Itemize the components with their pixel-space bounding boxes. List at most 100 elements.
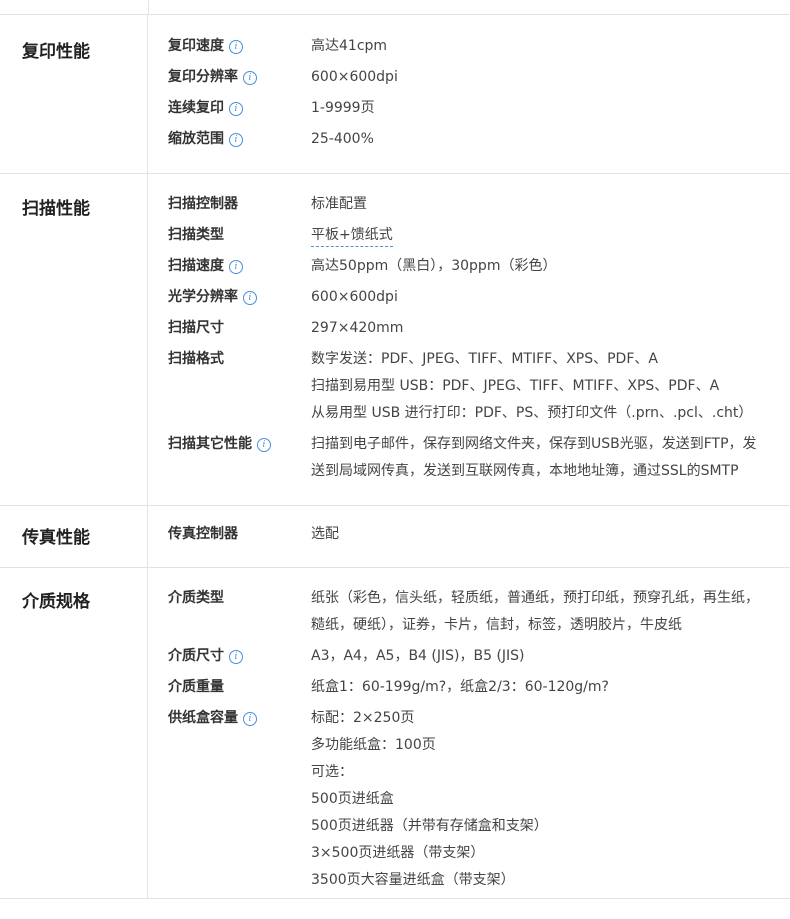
- info-icon[interactable]: i: [243, 712, 257, 726]
- spec-label: 复印速度 i: [168, 33, 311, 60]
- spec-value: 选配: [311, 521, 790, 548]
- spec-value: 1-9999页: [311, 95, 790, 122]
- info-icon[interactable]: i: [229, 260, 243, 274]
- info-icon[interactable]: i: [229, 133, 243, 147]
- spec-row: 缩放范围 i 25-400%: [168, 126, 790, 153]
- spec-value-line: A3，A4，A5，B4 (JIS)，B5 (JIS): [311, 648, 525, 664]
- spec-row: 介质尺寸 i A3，A4，A5，B4 (JIS)，B5 (JIS): [168, 643, 790, 670]
- spec-row: 扫描其它性能 i 扫描到电子邮件，保存到网络文件夹，保存到USB光驱，发送到FTP，…: [168, 431, 790, 485]
- spec-label-text: 介质类型: [168, 590, 224, 606]
- spec-label: 介质类型: [168, 585, 311, 639]
- spec-label: 扫描控制器: [168, 191, 311, 218]
- spec-label-text: 扫描尺寸: [168, 320, 224, 336]
- spec-label-text: 复印分辨率: [168, 69, 238, 85]
- spec-label: 光学分辨率 i: [168, 284, 311, 311]
- section-body: 复印速度 i 高达41cpm 复印分辨率 i 600×600dpi 连续复印 i 1-9999页…: [148, 15, 790, 173]
- spec-row: 扫描速度 i 高达50ppm（黑白），30ppm（彩色）: [168, 253, 790, 280]
- spec-section-2: 传真性能 传真控制器 选配: [0, 506, 790, 568]
- spec-value-line: 扫描到易用型 USB：PDF、JPEG、TIFF、MTIFF、XPS、PDF、A: [311, 378, 720, 394]
- spec-value-line: 高达50ppm（黑白），30ppm（彩色）: [311, 258, 557, 274]
- info-icon[interactable]: i: [229, 650, 243, 664]
- section-title: 扫描性能: [0, 174, 148, 505]
- spec-row: 连续复印 i 1-9999页: [168, 95, 790, 122]
- spec-value-line[interactable]: 平板+馈纸式: [311, 224, 393, 247]
- spec-value: 数字发送：PDF、JPEG、TIFF、MTIFF、XPS、PDF、A 扫描到易用型…: [311, 346, 790, 427]
- spec-value-line: 3×500页进纸器（带支架）: [311, 845, 485, 861]
- spec-section-1: 扫描性能 扫描控制器 标准配置扫描类型 平板+馈纸式扫描速度 i 高达50ppm（黑白），…: [0, 174, 790, 506]
- spec-value: 纸张（彩色，信头纸，轻质纸，普通纸，预打印纸，预穿孔纸，再生纸，糙纸，硬纸），证…: [311, 585, 790, 639]
- spec-value: 600×600dpi: [311, 64, 790, 91]
- spec-value-line: 数字发送：PDF、JPEG、TIFF、MTIFF、XPS、PDF、A: [311, 351, 658, 367]
- spec-label-text: 扫描速度: [168, 258, 224, 274]
- spec-label-text: 介质重量: [168, 679, 224, 695]
- spec-row: 传真控制器 选配: [168, 521, 790, 548]
- spec-row: 扫描控制器 标准配置: [168, 191, 790, 218]
- section-body: 扫描控制器 标准配置扫描类型 平板+馈纸式扫描速度 i 高达50ppm（黑白），30pp…: [148, 174, 790, 505]
- spec-label-text: 扫描格式: [168, 351, 224, 367]
- spec-label: 介质尺寸 i: [168, 643, 311, 670]
- spec-label: 供纸盒容量 i: [168, 705, 311, 894]
- spec-value: 297×420mm: [311, 315, 790, 342]
- spec-row: 扫描尺寸 297×420mm: [168, 315, 790, 342]
- spec-label: 传真控制器: [168, 521, 311, 548]
- spec-value-line: 纸张（彩色，信头纸，轻质纸，普通纸，预打印纸，预穿孔纸，再生纸，糙纸，硬纸），证…: [311, 590, 759, 633]
- spec-label-text: 扫描其它性能: [168, 436, 252, 452]
- spec-value-line: 可选：: [311, 764, 353, 780]
- spec-value-line: 选配: [311, 526, 339, 542]
- info-icon[interactable]: i: [229, 40, 243, 54]
- spec-value: 标配：2×250页多功能纸盒：100页 可选： 500页进纸盒 500页进纸器（并带有…: [311, 705, 790, 894]
- info-icon[interactable]: i: [243, 71, 257, 85]
- spec-value-line: 600×600dpi: [311, 289, 398, 305]
- spec-row: 复印速度 i 高达41cpm: [168, 33, 790, 60]
- sections-container: 复印性能 复印速度 i 高达41cpm 复印分辨率 i 600×600dpi 连续复印 i 1-9…: [0, 15, 790, 899]
- spec-value-line: 1-9999页: [311, 100, 375, 116]
- spec-row: 光学分辨率 i 600×600dpi: [168, 284, 790, 311]
- spec-value: 高达41cpm: [311, 33, 790, 60]
- spec-label-text: 扫描控制器: [168, 196, 238, 212]
- section-body: 介质类型 纸张（彩色，信头纸，轻质纸，普通纸，预打印纸，预穿孔纸，再生纸，糙纸，硬…: [148, 568, 790, 898]
- spec-value-line: 高达41cpm: [311, 38, 388, 54]
- spec-row: 扫描格式 数字发送：PDF、JPEG、TIFF、MTIFF、XPS、PDF、A 扫描…: [168, 346, 790, 427]
- info-icon[interactable]: i: [243, 291, 257, 305]
- spec-value-line: 标配：2×250页: [311, 710, 415, 726]
- spec-label: 介质重量: [168, 674, 311, 701]
- spec-value-line: 从易用型 USB 进行打印：PDF、PS、预打印文件（.prn、.pcl、.ch…: [311, 405, 753, 421]
- spec-label: 复印分辨率 i: [168, 64, 311, 91]
- spec-value: 纸盒1：60-199g/m?，纸盒2/3：60-120g/m?: [311, 674, 790, 701]
- spec-value: A3，A4，A5，B4 (JIS)，B5 (JIS): [311, 643, 790, 670]
- spec-row: 扫描类型 平板+馈纸式: [168, 222, 790, 249]
- spec-table: 复印性能 复印速度 i 高达41cpm 复印分辨率 i 600×600dpi 连续复印 i 1-9…: [0, 0, 790, 899]
- spec-row: 介质重量 纸盒1：60-199g/m?，纸盒2/3：60-120g/m?: [168, 674, 790, 701]
- spec-value-line: 多功能纸盒：100页: [311, 737, 436, 753]
- spec-value-line: 297×420mm: [311, 320, 404, 336]
- spec-value: 扫描到电子邮件，保存到网络文件夹，保存到USB光驱，发送到FTP，发送到局域网传…: [311, 431, 790, 485]
- spec-value-line: 500页进纸盒: [311, 791, 394, 807]
- spec-label: 连续复印 i: [168, 95, 311, 122]
- spec-row: 供纸盒容量 i 标配：2×250页多功能纸盒：100页 可选： 500页进纸盒 500页进…: [168, 705, 790, 894]
- spec-value-line: 标准配置: [311, 196, 367, 212]
- section-body: 传真控制器 选配: [148, 506, 790, 567]
- spec-label-text: 连续复印: [168, 100, 224, 116]
- spec-label: 扫描类型: [168, 222, 311, 249]
- spec-section-0: 复印性能 复印速度 i 高达41cpm 复印分辨率 i 600×600dpi 连续复印 i 1-9…: [0, 15, 790, 174]
- info-icon[interactable]: i: [229, 102, 243, 116]
- section-title: 传真性能: [0, 506, 148, 567]
- spec-value: 25-400%: [311, 126, 790, 153]
- spec-label-text: 传真控制器: [168, 526, 238, 542]
- info-icon[interactable]: i: [257, 438, 271, 452]
- spec-label-text: 光学分辨率: [168, 289, 238, 305]
- spec-value: 高达50ppm（黑白），30ppm（彩色）: [311, 253, 790, 280]
- spec-value: 平板+馈纸式: [311, 222, 790, 249]
- spec-value-line: 25-400%: [311, 131, 374, 147]
- spec-label: 扫描尺寸: [168, 315, 311, 342]
- spec-value: 600×600dpi: [311, 284, 790, 311]
- spec-label-text: 缩放范围: [168, 131, 224, 147]
- spec-label-text: 复印速度: [168, 38, 224, 54]
- spec-label-text: 扫描类型: [168, 227, 224, 243]
- spec-value-line: 500页进纸器（并带有存储盒和支架）: [311, 818, 548, 834]
- spec-label-text: 介质尺寸: [168, 648, 224, 664]
- spec-row: 复印分辨率 i 600×600dpi: [168, 64, 790, 91]
- spec-label-text: 供纸盒容量: [168, 710, 238, 726]
- section-title: 介质规格: [0, 568, 148, 898]
- top-strip: [0, 0, 790, 15]
